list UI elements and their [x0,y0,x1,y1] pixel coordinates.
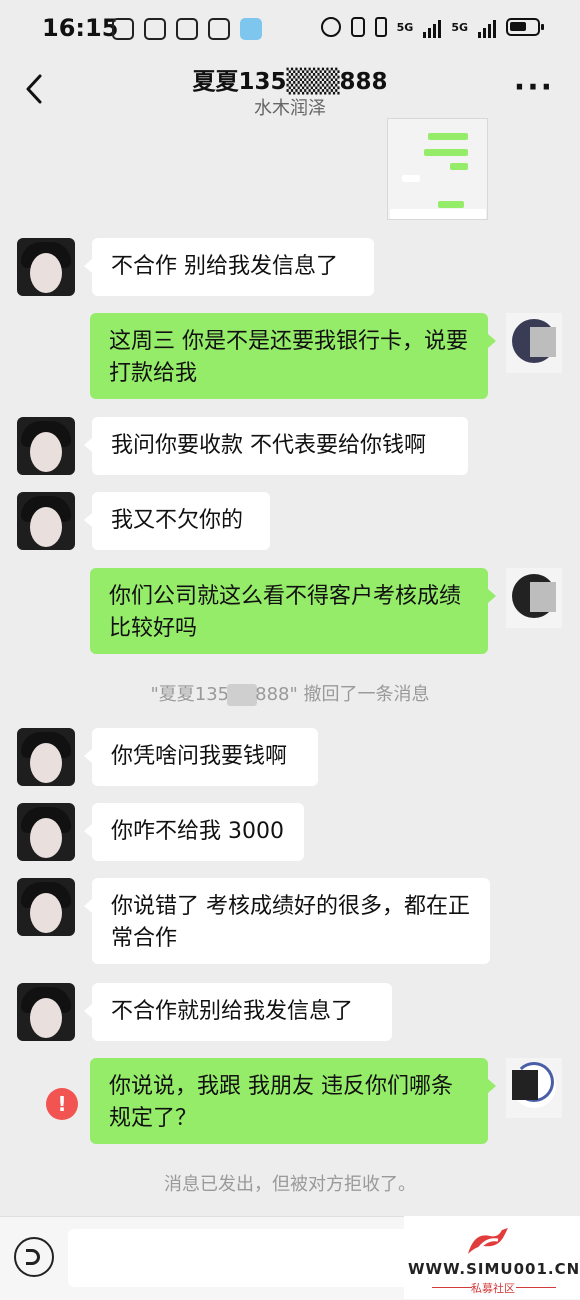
contact-subtitle: 水木润泽 [254,98,326,119]
alarm-icon [320,17,341,37]
signal-icon [423,16,442,38]
signal-icon [478,16,496,38]
app-notification-icon [144,18,166,40]
contact-avatar[interactable] [17,878,75,936]
watermark-divider [516,1287,556,1288]
contact-avatar[interactable] [17,417,75,475]
chat-header: 夏夏135▒▒▒888 水木润泽 ··· [0,58,580,126]
book-app-icon [240,18,262,40]
thumbnail-bubble [450,163,468,170]
network-label: 5G [451,20,468,34]
my-avatar[interactable] [506,313,562,373]
vibrate-icon [374,17,387,37]
contact-name: 夏夏135▒▒▒888 [192,69,388,95]
incoming-message[interactable]: 不合作 别给我发信息了 [84,238,374,296]
contact-avatar[interactable] [17,492,75,550]
voice-input-icon[interactable] [14,1237,54,1277]
bluetooth-icon [350,17,365,37]
app-notification-icon [176,18,198,40]
network-label: 5G [396,20,414,34]
watermark: WWW.SIMU001.CN 私募社区 [404,1216,580,1299]
thumbnail-bubble [402,175,420,182]
thumbnail-bubble [424,149,468,156]
more-options-icon[interactable]: ··· [514,70,554,105]
status-indicators: 5G 5G [320,16,544,38]
incoming-message[interactable]: 你凭啥问我要钱啊 [84,728,318,786]
message-input[interactable] [68,1229,408,1287]
redaction-mark [227,684,258,706]
thumbnail-input-bar [390,209,486,219]
outgoing-message[interactable]: 你说说，我跟 我朋友 违反你们哪条规定了？ [90,1058,496,1144]
outgoing-message[interactable]: 这周三 你是不是还要我银行卡，说要打款给我 [90,313,496,399]
status-app-icons [112,18,262,40]
status-bar: 16:15 5G 5G [0,0,580,58]
watermark-logo-icon [468,1228,508,1254]
send-failed-icon[interactable]: ! [46,1088,78,1120]
battery-icon [506,18,544,36]
thumbnail-bubble [428,133,468,140]
image-message-thumbnail[interactable] [387,118,488,220]
contact-avatar[interactable] [17,803,75,861]
recall-suffix: 888" 撤回了一条消息 [255,684,430,705]
watermark-url: WWW.SIMU001.CN [408,1260,580,1278]
contact-avatar[interactable] [17,983,75,1041]
my-avatar[interactable] [506,1058,562,1118]
contact-avatar[interactable] [17,728,75,786]
incoming-message[interactable]: 不合作就别给我发信息了 [84,983,392,1041]
incoming-message[interactable]: 我问你要收款 不代表要给你钱啊 [84,417,468,475]
recall-prefix: "夏夏135 [150,684,230,705]
thumbnail-bubble [438,201,464,208]
app-notification-icon [208,18,230,40]
watermark-tag: 私募社区 [471,1282,515,1295]
incoming-message[interactable]: 我又不欠你的 [84,492,270,550]
incoming-message[interactable]: 你说错了 考核成绩好的很多，都在正常合作 [84,878,490,964]
status-time: 16:15 [42,14,119,42]
recall-notice: "夏夏135 888" 撤回了一条消息 [0,680,580,706]
rejected-notice: 消息已发出，但被对方拒收了。 [164,1174,416,1195]
incoming-message[interactable]: 你咋不给我 3000 [84,803,304,861]
nfc-icon [112,18,134,40]
contact-avatar[interactable] [17,238,75,296]
outgoing-message[interactable]: 你们公司就这么看不得客户考核成绩比较好吗 [90,568,496,654]
my-avatar[interactable] [506,568,562,628]
